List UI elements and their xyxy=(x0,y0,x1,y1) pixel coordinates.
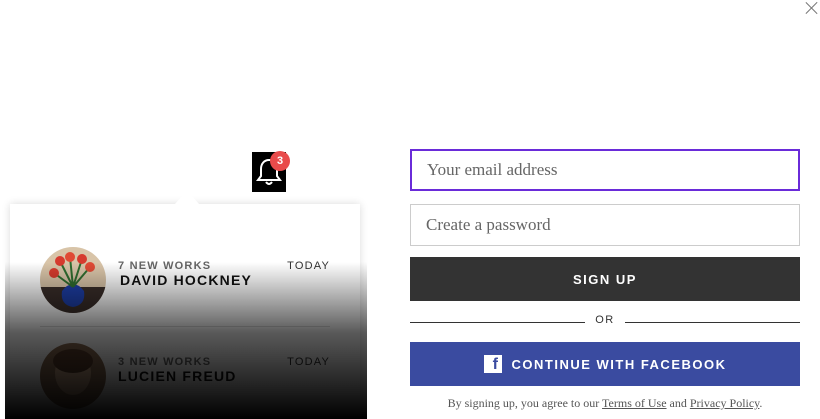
notification-divider xyxy=(40,326,330,327)
terms-prefix: By signing up, you agree to our xyxy=(447,396,600,410)
artist-name: DAVID HOCKNEY xyxy=(120,272,253,288)
facebook-button-label: CONTINUE WITH FACEBOOK xyxy=(511,356,727,372)
terms-notice: By signing up, you agree to our Terms of… xyxy=(410,396,800,411)
terms-and: and xyxy=(669,396,687,410)
signup-button[interactable]: SIGN UP xyxy=(410,257,800,301)
artist-name: LUCIEN FREUD xyxy=(118,368,237,384)
or-line-right xyxy=(625,322,800,323)
email-field[interactable] xyxy=(410,149,800,191)
password-field[interactable] xyxy=(410,204,800,246)
facebook-icon: f xyxy=(483,355,502,373)
notification-count-label: 3 NEW WORKS xyxy=(118,356,212,368)
artist-avatar xyxy=(40,247,106,313)
notification-item[interactable]: 7 NEW WORKS DAVID HOCKNEY TODAY xyxy=(40,247,330,313)
notification-item[interactable]: 3 NEW WORKS LUCIEN FREUD TODAY xyxy=(40,343,330,409)
close-icon[interactable] xyxy=(804,0,820,16)
notification-date: TODAY xyxy=(287,356,330,368)
notification-count-label: 7 NEW WORKS xyxy=(118,260,212,272)
or-divider: OR xyxy=(410,314,800,330)
or-label: OR xyxy=(595,314,615,326)
privacy-policy-link[interactable]: Privacy Policy xyxy=(690,396,760,410)
notifications-caret xyxy=(175,190,199,204)
artist-avatar xyxy=(40,343,106,409)
terms-suffix: . xyxy=(759,396,763,410)
notification-count-badge: 3 xyxy=(270,151,290,171)
facebook-login-button[interactable]: f CONTINUE WITH FACEBOOK xyxy=(410,342,800,386)
notification-date: TODAY xyxy=(287,260,330,272)
terms-of-use-link[interactable]: Terms of Use xyxy=(602,396,666,410)
